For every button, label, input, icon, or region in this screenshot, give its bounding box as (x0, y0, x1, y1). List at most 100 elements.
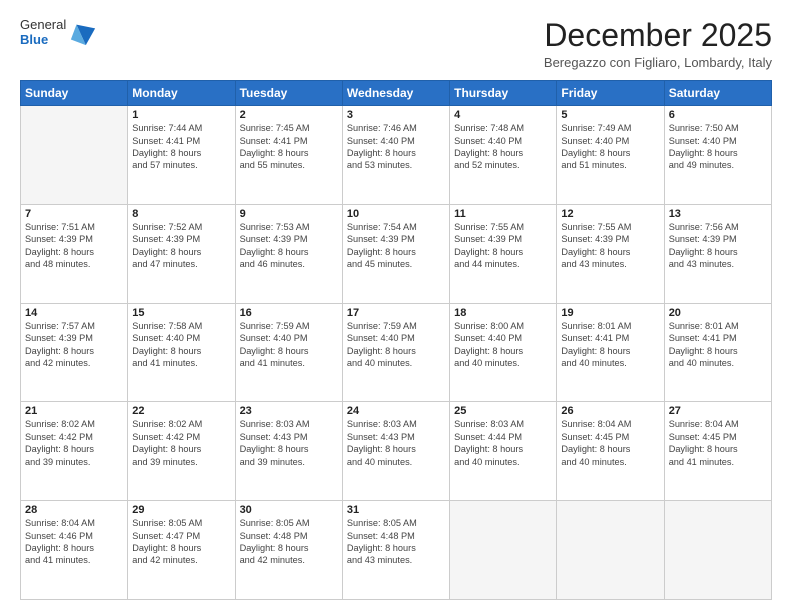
day-number: 9 (240, 208, 338, 220)
day-number: 5 (561, 109, 659, 121)
cell-info-line: and 51 minutes. (561, 159, 659, 171)
day-number: 10 (347, 208, 445, 220)
day-number: 15 (132, 307, 230, 319)
cell-info-line: Sunset: 4:39 PM (454, 233, 552, 245)
day-number: 29 (132, 504, 230, 516)
cell-info-line: Sunrise: 8:05 AM (240, 517, 338, 529)
cell-info-line: Sunset: 4:41 PM (561, 332, 659, 344)
cell-info-line: Sunrise: 7:49 AM (561, 122, 659, 134)
cell-info-line: and 47 minutes. (132, 258, 230, 270)
cell-info-line: Sunrise: 7:52 AM (132, 221, 230, 233)
cell-info-line: and 52 minutes. (454, 159, 552, 171)
cell-info-line: and 41 minutes. (669, 456, 767, 468)
cell-info-line: and 46 minutes. (240, 258, 338, 270)
cell-info-line: Daylight: 8 hours (25, 443, 123, 455)
calendar-cell: 27Sunrise: 8:04 AMSunset: 4:45 PMDayligh… (664, 402, 771, 501)
calendar-header-row: SundayMondayTuesdayWednesdayThursdayFrid… (21, 81, 772, 106)
day-number: 16 (240, 307, 338, 319)
day-number: 8 (132, 208, 230, 220)
day-number: 19 (561, 307, 659, 319)
day-number: 22 (132, 405, 230, 417)
cell-info-line: and 42 minutes. (240, 554, 338, 566)
day-number: 14 (25, 307, 123, 319)
cell-info-line: Daylight: 8 hours (132, 443, 230, 455)
location: Beregazzo con Figliaro, Lombardy, Italy (544, 55, 772, 70)
day-number: 24 (347, 405, 445, 417)
calendar-cell: 4Sunrise: 7:48 AMSunset: 4:40 PMDaylight… (450, 106, 557, 205)
calendar-cell: 3Sunrise: 7:46 AMSunset: 4:40 PMDaylight… (342, 106, 449, 205)
cell-info-line: Daylight: 8 hours (132, 542, 230, 554)
cell-info-line: Sunset: 4:40 PM (669, 135, 767, 147)
cell-info-line: Sunrise: 8:02 AM (132, 418, 230, 430)
cell-info-line: and 57 minutes. (132, 159, 230, 171)
cell-info-line: Daylight: 8 hours (25, 542, 123, 554)
calendar-header-saturday: Saturday (664, 81, 771, 106)
calendar-cell (557, 501, 664, 600)
cell-info-line: Sunrise: 7:59 AM (240, 320, 338, 332)
calendar-cell: 31Sunrise: 8:05 AMSunset: 4:48 PMDayligh… (342, 501, 449, 600)
cell-info-line: Sunset: 4:43 PM (347, 431, 445, 443)
calendar-cell: 18Sunrise: 8:00 AMSunset: 4:40 PMDayligh… (450, 303, 557, 402)
cell-info-line: Daylight: 8 hours (669, 443, 767, 455)
calendar-cell: 5Sunrise: 7:49 AMSunset: 4:40 PMDaylight… (557, 106, 664, 205)
cell-info-line: and 39 minutes. (132, 456, 230, 468)
cell-info-line: Sunrise: 7:53 AM (240, 221, 338, 233)
cell-info-line: Sunrise: 7:59 AM (347, 320, 445, 332)
cell-info-line: Sunset: 4:40 PM (347, 332, 445, 344)
cell-info-line: and 39 minutes. (25, 456, 123, 468)
cell-info-line: Sunset: 4:47 PM (132, 530, 230, 542)
cell-info-line: and 42 minutes. (25, 357, 123, 369)
cell-info-line: and 43 minutes. (347, 554, 445, 566)
day-number: 21 (25, 405, 123, 417)
cell-info-line: Sunrise: 8:01 AM (669, 320, 767, 332)
cell-info-line: and 40 minutes. (561, 456, 659, 468)
calendar-cell: 13Sunrise: 7:56 AMSunset: 4:39 PMDayligh… (664, 204, 771, 303)
cell-info-line: Sunrise: 7:55 AM (561, 221, 659, 233)
day-number: 31 (347, 504, 445, 516)
cell-info-line: Sunrise: 8:00 AM (454, 320, 552, 332)
cell-info-line: Sunrise: 8:03 AM (240, 418, 338, 430)
day-number: 3 (347, 109, 445, 121)
cell-info-line: Sunset: 4:39 PM (347, 233, 445, 245)
day-number: 20 (669, 307, 767, 319)
cell-info-line: and 40 minutes. (347, 357, 445, 369)
cell-info-line: and 53 minutes. (347, 159, 445, 171)
cell-info-line: and 40 minutes. (561, 357, 659, 369)
cell-info-line: Sunrise: 7:44 AM (132, 122, 230, 134)
day-number: 17 (347, 307, 445, 319)
cell-info-line: and 40 minutes. (454, 357, 552, 369)
logo-general: General (20, 18, 66, 33)
cell-info-line: Daylight: 8 hours (669, 246, 767, 258)
cell-info-line: Sunset: 4:48 PM (347, 530, 445, 542)
cell-info-line: Sunrise: 7:51 AM (25, 221, 123, 233)
cell-info-line: Sunset: 4:40 PM (561, 135, 659, 147)
cell-info-line: Daylight: 8 hours (347, 246, 445, 258)
cell-info-line: Sunrise: 7:57 AM (25, 320, 123, 332)
cell-info-line: and 42 minutes. (132, 554, 230, 566)
cell-info-line: Sunset: 4:44 PM (454, 431, 552, 443)
cell-info-line: Sunset: 4:39 PM (25, 233, 123, 245)
calendar-cell: 8Sunrise: 7:52 AMSunset: 4:39 PMDaylight… (128, 204, 235, 303)
cell-info-line: Daylight: 8 hours (561, 147, 659, 159)
logo-icon (69, 19, 97, 47)
cell-info-line: Daylight: 8 hours (25, 246, 123, 258)
cell-info-line: and 55 minutes. (240, 159, 338, 171)
cell-info-line: and 48 minutes. (25, 258, 123, 270)
cell-info-line: Sunset: 4:40 PM (347, 135, 445, 147)
cell-info-line: Sunset: 4:39 PM (240, 233, 338, 245)
cell-info-line: Sunrise: 8:02 AM (25, 418, 123, 430)
cell-info-line: Daylight: 8 hours (240, 147, 338, 159)
calendar-cell: 21Sunrise: 8:02 AMSunset: 4:42 PMDayligh… (21, 402, 128, 501)
calendar-week-4: 28Sunrise: 8:04 AMSunset: 4:46 PMDayligh… (21, 501, 772, 600)
calendar-cell (21, 106, 128, 205)
cell-info-line: Sunrise: 8:04 AM (25, 517, 123, 529)
calendar-cell: 19Sunrise: 8:01 AMSunset: 4:41 PMDayligh… (557, 303, 664, 402)
calendar-week-3: 21Sunrise: 8:02 AMSunset: 4:42 PMDayligh… (21, 402, 772, 501)
cell-info-line: Sunrise: 8:04 AM (561, 418, 659, 430)
cell-info-line: Sunset: 4:39 PM (132, 233, 230, 245)
cell-info-line: Sunrise: 8:03 AM (347, 418, 445, 430)
calendar-header-thursday: Thursday (450, 81, 557, 106)
cell-info-line: Daylight: 8 hours (132, 147, 230, 159)
day-number: 6 (669, 109, 767, 121)
cell-info-line: Sunset: 4:42 PM (132, 431, 230, 443)
